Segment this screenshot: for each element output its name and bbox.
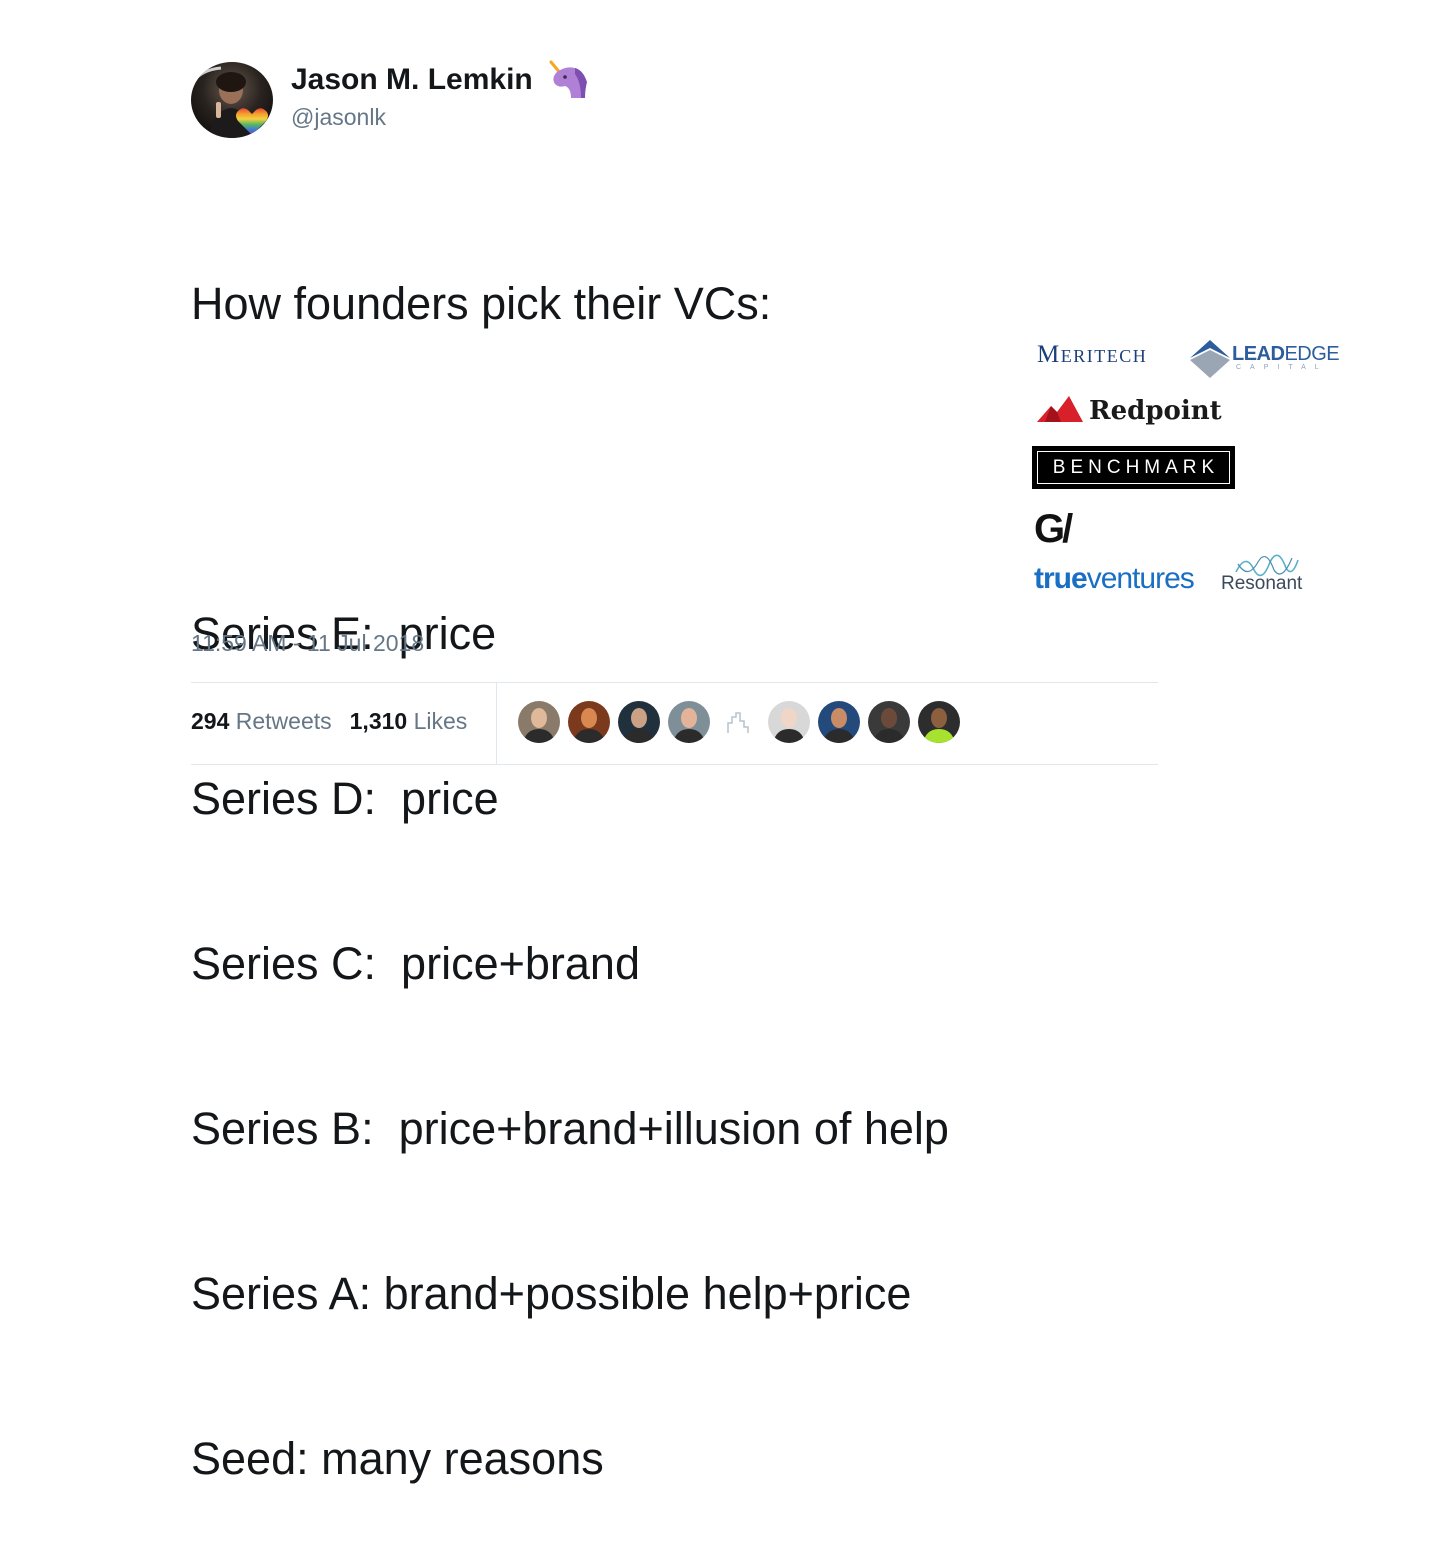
liker-avatar[interactable] bbox=[918, 701, 960, 743]
liker-avatar[interactable] bbox=[518, 701, 560, 743]
true-ventures-logo: trueventures bbox=[1034, 562, 1195, 596]
liker-avatar-photo bbox=[768, 701, 810, 743]
tweet-line: Series B: price+brand+illusion of help bbox=[191, 1103, 949, 1154]
leadedge-sub-text: CAPITAL bbox=[1236, 364, 1328, 371]
liker-avatar-photo bbox=[918, 701, 960, 743]
tweet-line: Series A: brand+possible help+price bbox=[191, 1268, 912, 1319]
retweets-label: Retweets bbox=[235, 708, 332, 734]
leadedge-lead-text: LEAD bbox=[1232, 343, 1285, 365]
liker-avatar-photo bbox=[518, 701, 560, 743]
tweet-line: How founders pick their VCs: bbox=[191, 278, 772, 329]
liker-avatar[interactable] bbox=[718, 701, 760, 743]
liker-avatar[interactable] bbox=[868, 701, 910, 743]
liker-avatar[interactable] bbox=[618, 701, 660, 743]
leadedge-logo-text: LEADEDGE bbox=[1232, 343, 1340, 366]
gv-logo: G/ bbox=[1034, 507, 1073, 551]
benchmark-logo-text: BENCHMARK bbox=[1037, 451, 1230, 484]
liker-avatar[interactable] bbox=[568, 701, 610, 743]
rainbow-heart-icon bbox=[236, 108, 268, 135]
tweet-line: Series D: price bbox=[191, 773, 499, 824]
tweet-stats: 294 Retweets 1,310 Likes bbox=[191, 708, 467, 735]
retweets-count: 294 bbox=[191, 708, 230, 734]
true-ventures-bold: true bbox=[1034, 562, 1088, 595]
retweets-link[interactable]: 294 Retweets bbox=[191, 708, 332, 734]
liker-avatar-photo bbox=[618, 701, 660, 743]
benchmark-logo: BENCHMARK bbox=[1032, 446, 1235, 489]
liker-avatar[interactable] bbox=[818, 701, 860, 743]
liker-avatar-photo bbox=[568, 701, 610, 743]
tweet-line: Series C: price+brand bbox=[191, 938, 640, 989]
liker-avatar[interactable] bbox=[668, 701, 710, 743]
liker-avatar-photo bbox=[668, 701, 710, 743]
unicorn-icon bbox=[549, 60, 587, 98]
author-name[interactable]: Jason M. Lemkin bbox=[291, 63, 533, 97]
leadedge-edge-text: EDGE bbox=[1284, 343, 1340, 365]
liker-avatar-photo bbox=[868, 701, 910, 743]
author-name-row[interactable]: Jason M. Lemkin bbox=[291, 60, 589, 100]
liker-avatar-photo bbox=[718, 701, 760, 743]
meritech-logo: Meritech bbox=[1037, 341, 1148, 368]
liker-avatars bbox=[518, 701, 960, 743]
stats-divider-bottom bbox=[191, 764, 1158, 765]
resonant-logo-text: Resonant bbox=[1221, 573, 1303, 594]
likes-label: Likes bbox=[413, 708, 468, 734]
stats-divider-vertical bbox=[496, 682, 497, 764]
stats-divider-top bbox=[191, 682, 1158, 683]
tweet-text: How founders pick their VCs: Series E: p… bbox=[191, 166, 949, 1541]
tweet-timestamp[interactable]: 11:59 AM - 11 Jul 2018 bbox=[191, 630, 424, 657]
likes-count: 1,310 bbox=[349, 708, 408, 734]
liker-avatar[interactable] bbox=[768, 701, 810, 743]
tweet-line: Seed: many reasons bbox=[191, 1433, 604, 1484]
redpoint-logo-mark bbox=[1037, 396, 1083, 422]
true-ventures-rest: ventures bbox=[1086, 562, 1195, 595]
liker-avatar-photo bbox=[818, 701, 860, 743]
redpoint-logo-text: Redpoint bbox=[1089, 396, 1222, 426]
likes-link[interactable]: 1,310 Likes bbox=[350, 708, 468, 734]
author-avatar[interactable] bbox=[191, 62, 273, 138]
author-handle[interactable]: @jasonlk bbox=[291, 104, 386, 131]
